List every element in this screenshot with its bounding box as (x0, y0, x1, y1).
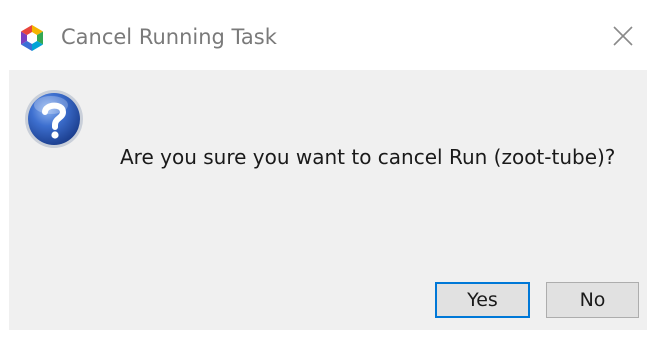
cancel-task-dialog: Cancel Running Task Are you sure you wan… (0, 0, 647, 339)
close-icon[interactable] (611, 24, 635, 48)
app-hexagon-icon (19, 24, 45, 52)
window-title: Cancel Running Task (61, 25, 277, 49)
yes-button[interactable]: Yes (435, 282, 530, 318)
dialog-body: Are you sure you want to cancel Run (zoo… (9, 70, 647, 330)
no-button[interactable]: No (546, 282, 639, 318)
dialog-message: Are you sure you want to cancel Run (zoo… (120, 145, 616, 169)
question-icon (23, 88, 85, 150)
title-bar[interactable]: Cancel Running Task (0, 0, 647, 70)
